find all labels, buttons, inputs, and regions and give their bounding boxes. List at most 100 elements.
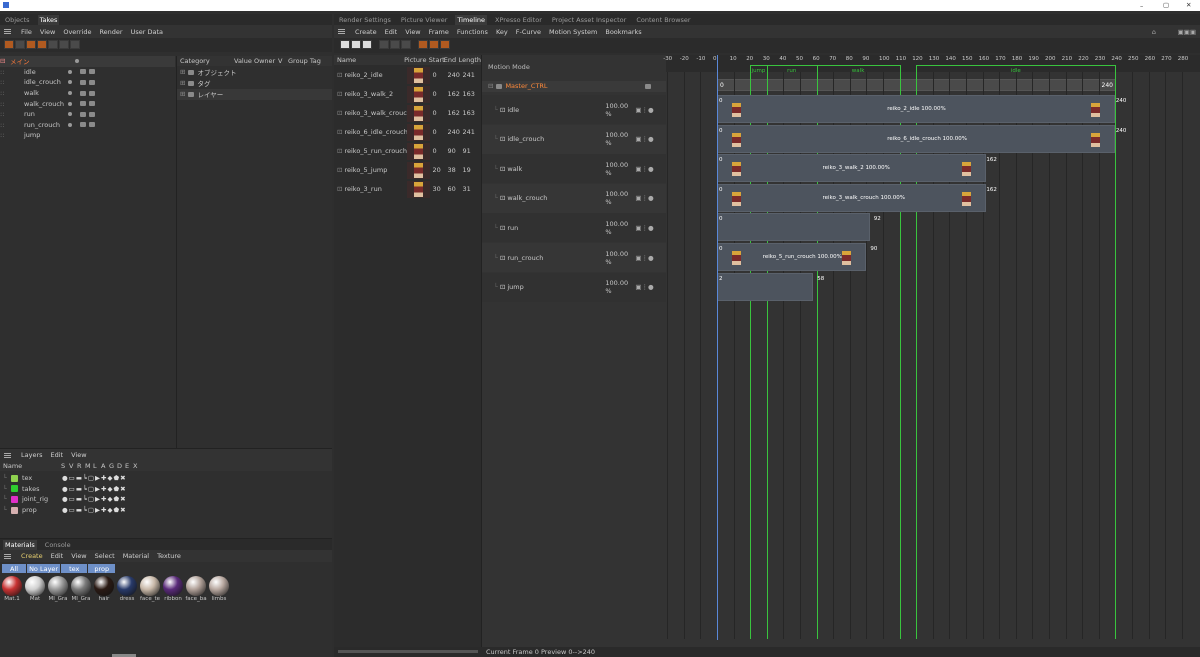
- tool-icon[interactable]: [340, 40, 350, 49]
- track-toggle-icons[interactable]: ▣⋮●: [635, 106, 653, 114]
- material-thumb[interactable]: MI_Gra: [47, 576, 69, 602]
- camera-icon[interactable]: [80, 90, 86, 96]
- clip-row[interactable]: ⊡ reiko_3_walk_2 0 162 163: [334, 85, 481, 103]
- take-row[interactable]: :: walk_crouch: [0, 98, 175, 109]
- track-weight[interactable]: 100.00 %: [599, 131, 635, 147]
- tool-icon[interactable]: [362, 40, 372, 49]
- motion-clip[interactable]: 0 92: [717, 213, 881, 242]
- playhead[interactable]: [717, 55, 718, 640]
- attr-row[interactable]: ⊞ タグ: [177, 78, 332, 89]
- render-icon[interactable]: [89, 101, 95, 107]
- tab-takes[interactable]: Takes: [37, 14, 60, 25]
- expand-icon[interactable]: ⊞: [180, 90, 185, 98]
- material-thumb[interactable]: MI_Gra: [70, 576, 92, 602]
- material-thumb[interactable]: Mat.1: [1, 576, 23, 602]
- render-icon[interactable]: [89, 79, 95, 85]
- material-thumb[interactable]: limbs: [208, 576, 230, 602]
- motion-clip[interactable]: 0 240 reiko_6_idle_crouch 100.00%: [717, 124, 1126, 153]
- material-thumb[interactable]: face_te: [139, 576, 161, 602]
- menu-user-data[interactable]: User Data: [131, 28, 163, 36]
- menu-icon[interactable]: [4, 29, 11, 34]
- material-thumb[interactable]: hair: [93, 576, 115, 602]
- take-tool-icon[interactable]: [15, 40, 25, 49]
- tab-materials[interactable]: Materials: [3, 539, 37, 550]
- menu-edit[interactable]: Edit: [51, 552, 64, 560]
- track-weight[interactable]: 100.00 %: [599, 161, 635, 177]
- track-toggle-icons[interactable]: ▣⋮●: [635, 254, 653, 262]
- track-toggle-icons[interactable]: ▣⋮●: [635, 165, 653, 173]
- track-weight[interactable]: 100.00 %: [599, 279, 635, 295]
- layer-row[interactable]: └ tex ●▭▬╘▢▶✚◆⬟✖: [0, 473, 332, 484]
- tool-icon[interactable]: [429, 40, 439, 49]
- material-thumb[interactable]: ribbon: [162, 576, 184, 602]
- take-row[interactable]: :: jump: [0, 130, 175, 141]
- track-row[interactable]: └ ⊡ run_crouch 100.00 % ▣⋮●: [482, 243, 666, 272]
- menu-file[interactable]: File: [21, 28, 32, 36]
- tab-xpresso-editor[interactable]: XPresso Editor: [493, 15, 544, 25]
- close-icon[interactable]: ✕: [1186, 1, 1191, 9]
- take-row[interactable]: :: run: [0, 109, 175, 120]
- maximize-icon[interactable]: ▢: [1163, 1, 1169, 9]
- tool-icon[interactable]: [379, 40, 389, 49]
- track-weight[interactable]: 100.00 %: [599, 102, 635, 118]
- tab-render-settings[interactable]: Render Settings: [337, 15, 393, 25]
- layer-row[interactable]: └ prop ●▭▬╘▢▶✚◆⬟✖: [0, 505, 332, 516]
- menu-key[interactable]: Key: [496, 28, 508, 36]
- render-icon[interactable]: [89, 122, 95, 128]
- clip-row[interactable]: ⊡ reiko_5_jump 20 38 19: [334, 161, 481, 179]
- menu-create[interactable]: Create: [21, 552, 43, 560]
- menu-edit[interactable]: Edit: [385, 28, 398, 36]
- tool-icon[interactable]: [351, 40, 361, 49]
- menu-texture[interactable]: Texture: [157, 552, 181, 560]
- clip-row[interactable]: ⊡ reiko_3_walk_crouch 0 162 163: [334, 104, 481, 122]
- track-weight[interactable]: 100.00 %: [599, 250, 635, 266]
- tool-icon[interactable]: [440, 40, 450, 49]
- track-toggle-icons[interactable]: ▣⋮●: [635, 283, 653, 291]
- layer-color-swatch[interactable]: [11, 495, 18, 503]
- menu-frame[interactable]: Frame: [429, 28, 449, 36]
- track-row[interactable]: └ ⊡ idle 100.00 % ▣⋮●: [482, 95, 666, 124]
- render-icon[interactable]: [89, 90, 95, 96]
- take-row-main[interactable]: ⊟ メイン: [0, 56, 175, 67]
- track-row[interactable]: └ ⊡ walk 100.00 % ▣⋮●: [482, 154, 666, 184]
- tool-icon[interactable]: [418, 40, 428, 49]
- menu-layers[interactable]: Layers: [21, 451, 43, 459]
- filter-prop[interactable]: prop: [88, 564, 116, 573]
- camera-icon[interactable]: [80, 101, 86, 107]
- expand-icon[interactable]: ⊞: [180, 79, 185, 87]
- layer-row[interactable]: └ takes ●▭▬╘▢▶✚◆⬟✖: [0, 484, 332, 495]
- take-row[interactable]: :: idle: [0, 67, 175, 78]
- layer-toggle-icons[interactable]: ●▭▬╘▢▶✚◆⬟✖: [62, 485, 127, 493]
- menu-render[interactable]: Render: [99, 28, 122, 36]
- camera-icon[interactable]: [80, 122, 86, 128]
- motion-clip[interactable]: 0 162 reiko_3_walk_crouch 100.00%: [717, 183, 997, 212]
- track-toggle-icons[interactable]: ▣⋮●: [635, 224, 653, 232]
- menu-view[interactable]: View: [71, 451, 86, 459]
- material-thumb[interactable]: dress: [116, 576, 138, 602]
- collapse-icon[interactable]: ⊟: [488, 82, 493, 90]
- horizontal-scrollbar[interactable]: [338, 650, 478, 653]
- track-toggle-icons[interactable]: ▣⋮●: [635, 194, 653, 202]
- tab-timeline[interactable]: Timeline: [455, 14, 488, 25]
- motion-clip[interactable]: 0 162 reiko_3_walk_2 100.00%: [717, 154, 997, 183]
- menu-view[interactable]: View: [40, 28, 55, 36]
- tab-content-browser[interactable]: Content Browser: [634, 15, 692, 25]
- track-weight[interactable]: 100.00 %: [599, 190, 635, 206]
- clip-row[interactable]: ⊡ reiko_3_run 30 60 31: [334, 180, 481, 198]
- camera-icon[interactable]: [80, 69, 86, 75]
- track-toggle-icons[interactable]: ▣⋮●: [635, 135, 653, 143]
- take-row[interactable]: :: idle_crouch: [0, 77, 175, 88]
- track-row[interactable]: └ ⊡ jump 100.00 % ▣⋮●: [482, 272, 666, 302]
- menu-material[interactable]: Material: [123, 552, 149, 560]
- layer-row[interactable]: └ joint_rig ●▭▬╘▢▶✚◆⬟✖: [0, 494, 332, 505]
- clip-row[interactable]: ⊡ reiko_2_idle 0 240 241: [334, 66, 481, 84]
- master-track[interactable]: ⊟ Master_CTRL: [482, 81, 666, 92]
- render-icon[interactable]: [89, 69, 95, 75]
- take-row[interactable]: :: run_crouch: [0, 120, 175, 131]
- layer-color-swatch[interactable]: [11, 474, 18, 482]
- take-tool-icon[interactable]: [37, 40, 47, 49]
- tab-console[interactable]: Console: [43, 540, 73, 550]
- take-tool-icon[interactable]: [59, 40, 69, 49]
- camera-icon[interactable]: [80, 111, 86, 117]
- tool-icon[interactable]: [401, 40, 411, 49]
